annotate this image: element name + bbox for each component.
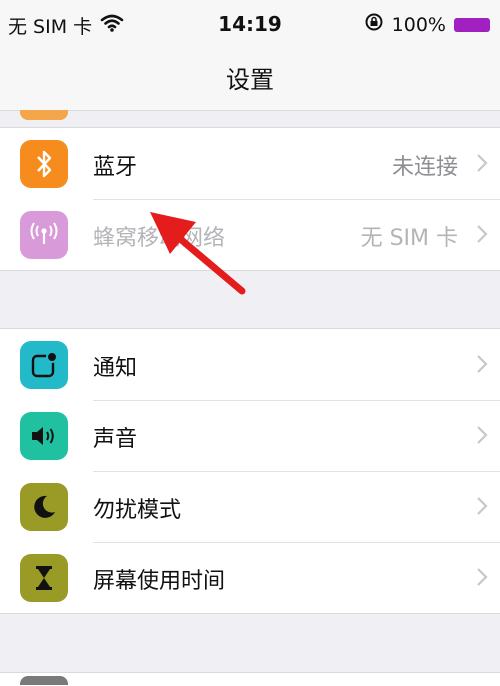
chevron-right-icon: [476, 153, 488, 177]
speaker-icon: [20, 412, 68, 460]
settings-row-label: 通知: [93, 356, 138, 381]
notifications-icon: [20, 341, 68, 389]
hourglass-icon: [20, 554, 68, 602]
page-title: 设置: [226, 66, 274, 94]
orientation-lock-icon: [364, 12, 384, 37]
battery-percent: 100%: [391, 13, 446, 36]
settings-row-screen-time[interactable]: 屏幕使用时间: [0, 542, 500, 613]
antenna-icon: [20, 211, 68, 259]
partial-icon-below: [20, 676, 68, 685]
bluetooth-icon: [20, 140, 68, 188]
moon-icon: [20, 483, 68, 531]
battery-icon: [454, 17, 490, 32]
chevron-right-icon: [476, 425, 488, 449]
settings-row-label: 声音: [93, 427, 138, 452]
chevron-right-icon: [476, 567, 488, 591]
settings-row-label: 屏幕使用时间: [93, 569, 226, 594]
settings-row-label: 蓝牙: [93, 155, 138, 180]
settings-group-next: [0, 672, 500, 686]
nav-bar: 设置: [0, 48, 500, 111]
status-right: 100%: [364, 12, 490, 37]
settings-row-do-not-disturb[interactable]: 勿扰模式: [0, 471, 500, 542]
status-bar: 无 SIM 卡 14:19 100%: [0, 0, 500, 48]
settings-row-bluetooth[interactable]: 蓝牙 未连接: [0, 128, 500, 199]
settings-row-value: 无 SIM 卡: [360, 226, 458, 251]
settings-group-notifications: 通知 声音 勿扰模式 屏幕使用时间: [0, 328, 500, 614]
settings-row-label: 蜂窝移动网络: [93, 226, 226, 251]
settings-row-cellular[interactable]: 蜂窝移动网络 无 SIM 卡: [0, 199, 500, 270]
chevron-right-icon: [476, 496, 488, 520]
partial-icon-above: [20, 110, 68, 120]
chevron-right-icon: [476, 224, 488, 248]
settings-row-label: 勿扰模式: [93, 498, 182, 523]
settings-row-sounds[interactable]: 声音: [0, 400, 500, 471]
settings-row-notifications[interactable]: 通知: [0, 329, 500, 400]
settings-group-connectivity: 蓝牙 未连接 蜂窝移动网络 无 SIM 卡: [0, 127, 500, 271]
settings-row-value: 未连接: [391, 155, 458, 180]
chevron-right-icon: [476, 354, 488, 378]
